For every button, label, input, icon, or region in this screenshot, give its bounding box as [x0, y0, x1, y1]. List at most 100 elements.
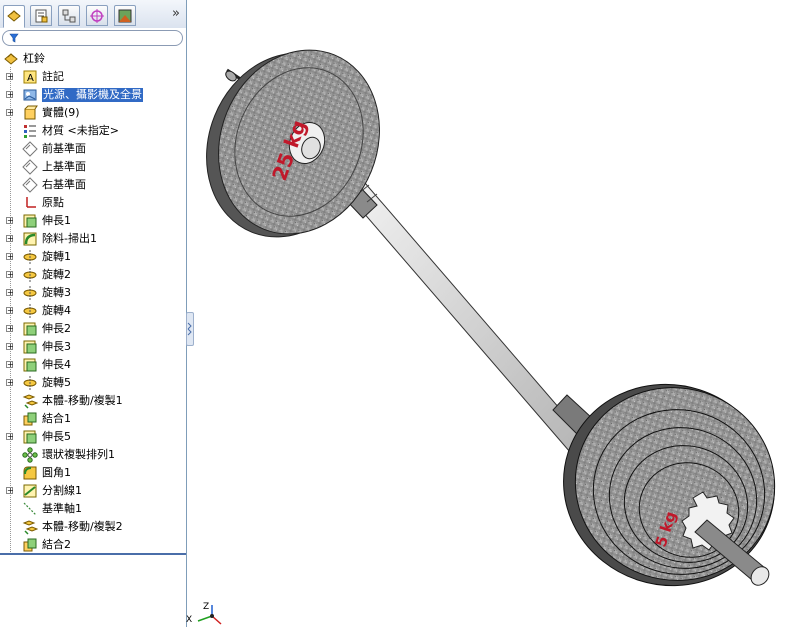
expand-toggle[interactable]: + — [6, 361, 14, 369]
triad-z-label: Z — [203, 602, 210, 612]
tree-item-label: 杠鈴 — [23, 52, 45, 65]
extrude-icon — [23, 214, 37, 228]
configuration-manager-tab[interactable] — [58, 5, 80, 26]
tree-item-label: 材質 <未指定> — [42, 124, 119, 137]
tree-item-label: 註記 — [42, 70, 64, 83]
expand-toggle[interactable]: + — [6, 235, 14, 243]
expand-toggle[interactable]: + — [6, 433, 14, 441]
expand-toggle[interactable]: + — [6, 73, 14, 81]
tree-item[interactable]: + 實體(9) — [0, 103, 186, 122]
configuration-manager-icon — [62, 9, 76, 23]
move-copy-icon — [22, 520, 38, 535]
tree-item-label: 旋轉3 — [42, 286, 71, 299]
expand-toggle[interactable]: + — [6, 343, 14, 351]
dimxpert-icon — [90, 9, 104, 23]
tree-item[interactable]: 結合2 — [0, 535, 186, 554]
combine-icon — [23, 538, 37, 552]
expand-toggle[interactable]: + — [6, 379, 14, 387]
manager-tab-strip: » — [0, 0, 186, 28]
annotations-icon: A — [23, 70, 37, 84]
tree-item[interactable]: + 伸長2 — [0, 319, 186, 338]
barbell-model[interactable]: 25 kg 5 kg — [187, 0, 797, 627]
tree-item[interactable]: + 分割線1 — [0, 481, 186, 500]
tree-item[interactable]: 環狀複製排列1 — [0, 445, 186, 464]
feature-manager-icon — [7, 10, 21, 22]
tree-item[interactable]: 本體-移動/複製1 — [0, 391, 186, 410]
tree-item[interactable]: + A 註記 — [0, 67, 186, 86]
extrude-icon — [23, 430, 37, 444]
display-manager-icon — [118, 9, 132, 23]
tree-item-label: 圓角1 — [42, 466, 71, 479]
expand-toggle[interactable]: + — [6, 271, 14, 279]
tree-item[interactable]: + 旋轉4 — [0, 301, 186, 320]
tree-item[interactable]: 右基準面 — [0, 175, 186, 194]
expand-toggle[interactable]: + — [6, 91, 14, 99]
expand-toggle[interactable]: + — [6, 217, 14, 225]
tree-item[interactable]: 結合1 — [0, 409, 186, 428]
expand-toggle[interactable]: + — [6, 253, 14, 261]
tree-connector-line — [10, 463, 11, 482]
tree-item[interactable]: 基準軸1 — [0, 499, 186, 518]
tree-item[interactable]: + 伸長4 — [0, 355, 186, 374]
tree-item-label: 結合1 — [42, 412, 71, 425]
tree-item[interactable]: + 除料-掃出1 — [0, 229, 186, 248]
tree-item[interactable]: 材質 <未指定> — [0, 121, 186, 140]
tree-item[interactable]: + 光源、攝影機及全景 — [0, 85, 186, 104]
triad-x-label: X — [186, 615, 193, 625]
tree-item[interactable]: + 伸長5 — [0, 427, 186, 446]
tree-item[interactable]: 圓角1 — [0, 463, 186, 482]
svg-text:A: A — [27, 73, 34, 84]
tree-item-label: 前基準面 — [42, 142, 86, 155]
tree-item[interactable]: + 旋轉2 — [0, 265, 186, 284]
swept-cut-icon — [23, 232, 37, 246]
expand-toggle[interactable]: + — [6, 487, 14, 495]
expand-toggle[interactable]: + — [6, 109, 14, 117]
extrude-icon — [23, 358, 37, 372]
property-manager-tab[interactable] — [30, 5, 52, 26]
expand-toggle[interactable]: + — [6, 325, 14, 333]
feature-filter-input[interactable] — [2, 30, 183, 46]
tree-connector-line — [10, 517, 11, 536]
tree-item-label: 基準軸1 — [42, 502, 82, 515]
panel-divider — [0, 553, 186, 555]
split-line-icon — [23, 484, 37, 498]
tree-item[interactable]: + 旋轉3 — [0, 283, 186, 302]
tree-item[interactable]: 前基準面 — [0, 139, 186, 158]
tree-connector-line — [10, 121, 11, 140]
tree-item-label: 伸長5 — [42, 430, 71, 443]
feature-manager-panel: » 杠鈴 + A 註記 + 光源、攝影機及全景 + 實體(9) 材質 <未指定> 前基準面 上基準面… — [0, 0, 187, 627]
solid-bodies-icon — [24, 105, 38, 120]
tree-item[interactable]: + 旋轉5 — [0, 373, 186, 392]
axis-icon — [23, 502, 37, 516]
tree-item[interactable]: 原點 — [0, 193, 186, 212]
material-icon — [24, 125, 36, 138]
tree-connector-line — [10, 175, 11, 194]
graphics-area[interactable]: 25 kg 5 kg — [187, 0, 797, 627]
tree-item-label: 伸長1 — [42, 214, 71, 227]
tree-item[interactable]: + 伸長3 — [0, 337, 186, 356]
tree-item[interactable]: 上基準面 — [0, 157, 186, 176]
lights-cameras-icon — [23, 89, 37, 101]
expand-toggle[interactable]: + — [6, 307, 14, 315]
tree-root-item[interactable]: 杠鈴 — [0, 50, 186, 68]
tree-item-label: 實體(9) — [42, 106, 80, 119]
tree-item-label: 上基準面 — [42, 160, 86, 173]
tree-item[interactable]: 本體-移動/複製2 — [0, 517, 186, 536]
tree-item-label: 旋轉1 — [42, 250, 71, 263]
tree-item-label: 伸長2 — [42, 322, 71, 335]
tree-connector-line — [10, 445, 11, 464]
display-manager-tab[interactable] — [114, 5, 136, 26]
plane-icon — [22, 141, 38, 157]
tree-item[interactable]: + 伸長1 — [0, 211, 186, 230]
tree-item[interactable]: + 旋轉1 — [0, 247, 186, 266]
tree-item-label: 右基準面 — [42, 178, 86, 191]
revolve-icon — [23, 376, 37, 390]
revolve-icon — [23, 304, 37, 318]
expand-toggle[interactable]: + — [6, 289, 14, 297]
tab-overflow-button[interactable]: » — [172, 6, 180, 21]
feature-manager-tab[interactable] — [3, 5, 25, 28]
tree-item-label: 環狀複製排列1 — [42, 448, 115, 461]
move-copy-icon — [22, 394, 38, 409]
dimxpert-tab[interactable] — [86, 5, 108, 26]
revolve-icon — [23, 250, 37, 264]
